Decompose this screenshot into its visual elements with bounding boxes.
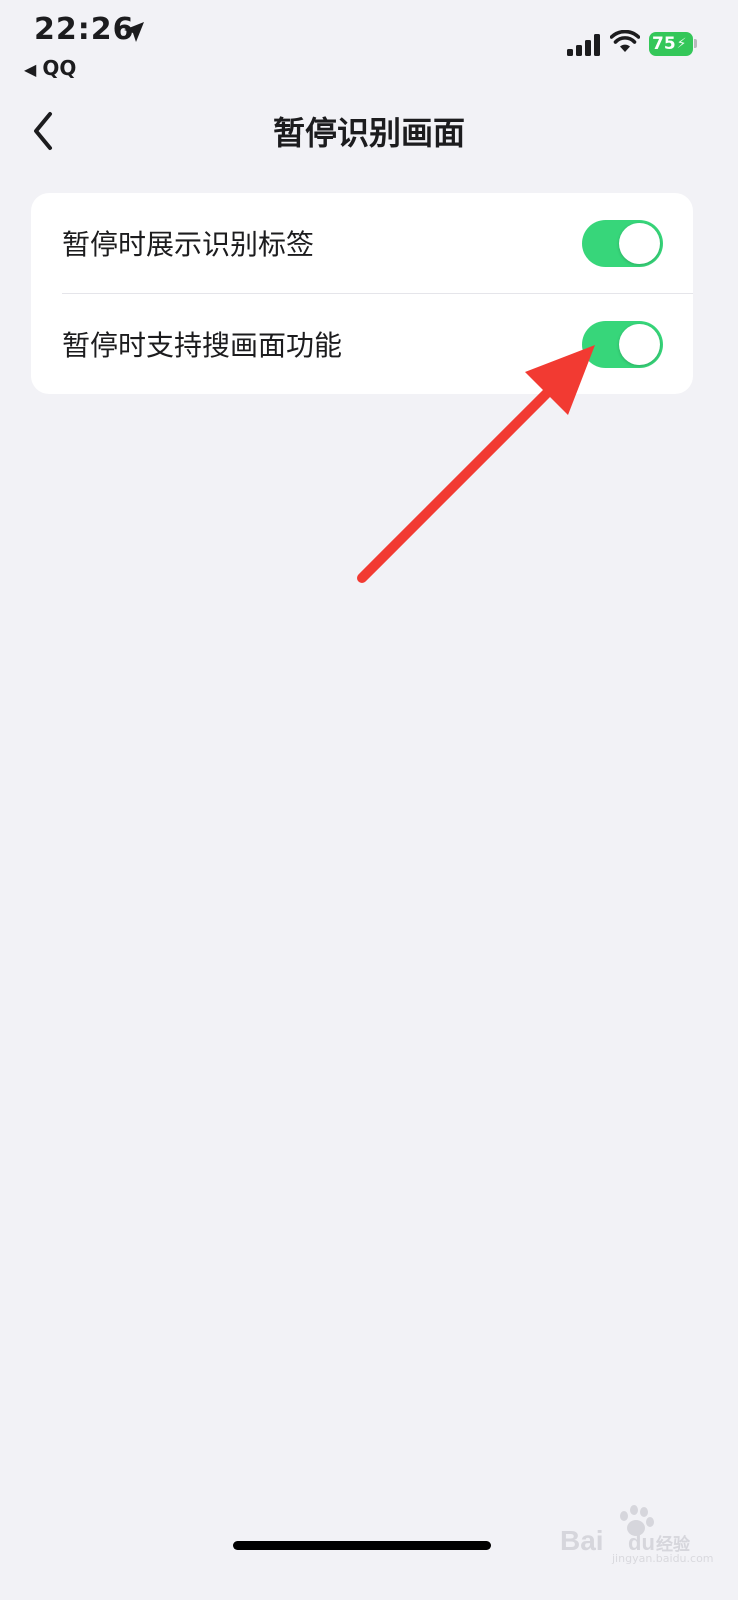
back-app-label: QQ: [42, 56, 77, 80]
location-arrow-icon: [124, 22, 144, 42]
svg-text:Bai: Bai: [560, 1525, 604, 1556]
battery-percent: 75: [652, 34, 676, 54]
charging-bolt-icon: ⚡: [676, 36, 687, 52]
setting-row-show-labels: 暂停时展示识别标签: [31, 193, 693, 293]
battery-indicator: 75 ⚡: [649, 32, 693, 56]
cellular-signal-icon: [567, 34, 600, 56]
watermark-url: jingyan.baidu.com: [612, 1552, 714, 1565]
show-labels-toggle[interactable]: [582, 219, 663, 267]
home-indicator[interactable]: [233, 1541, 491, 1550]
back-triangle-icon: ◀: [24, 60, 37, 79]
toggle-knob: [619, 222, 660, 264]
back-to-app-link[interactable]: ◀ QQ: [24, 56, 76, 80]
setting-label: 暂停时展示识别标签: [62, 228, 315, 261]
baidu-watermark-logo: Bai du 经验: [560, 1505, 690, 1556]
battery-cap: [694, 39, 697, 48]
toggle-knob: [619, 323, 660, 365]
setting-label: 暂停时支持搜画面功能: [62, 329, 343, 362]
navigation-bar: 暂停识别画面: [0, 96, 738, 166]
page-title: 暂停识别画面: [272, 114, 465, 152]
annotation-arrow-icon: [357, 345, 595, 583]
status-bar: 22:26 ◀ QQ 75 ⚡: [0, 0, 738, 88]
status-time: 22:26: [34, 12, 135, 47]
wifi-icon: [610, 30, 640, 52]
